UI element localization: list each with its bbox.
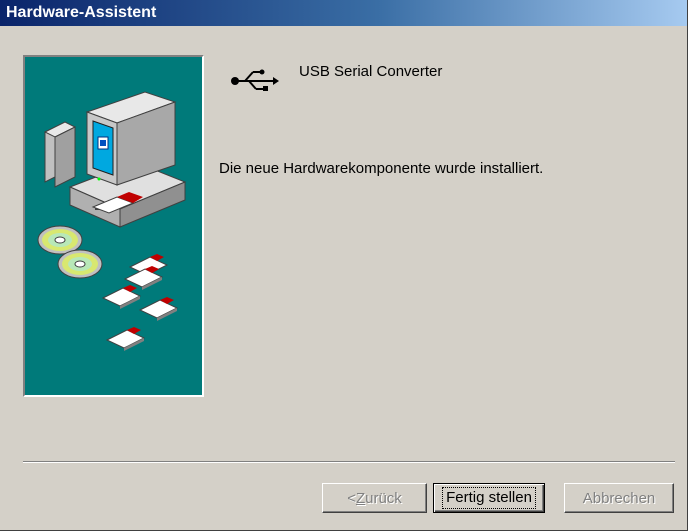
usb-icon <box>229 66 279 96</box>
hardware-wizard-dialog: Hardware-Assistent USB Serial Converter … <box>0 0 688 531</box>
back-button[interactable]: < Zurück <box>322 483 427 513</box>
finish-button[interactable]: Fertig stellen <box>433 483 545 513</box>
back-button-label: urück <box>365 489 402 507</box>
cancel-button[interactable]: Abbrechen <box>564 483 674 513</box>
title-bar[interactable]: Hardware-Assistent <box>0 0 687 26</box>
separator <box>23 461 675 463</box>
wizard-illustration <box>23 55 204 397</box>
cancel-button-label: Abbrechen <box>582 489 656 507</box>
back-button-prefix: < <box>347 489 356 507</box>
finish-button-label: Fertig stellen <box>442 487 536 509</box>
back-button-mnemonic: Z <box>355 489 366 507</box>
window-title: Hardware-Assistent <box>6 4 157 21</box>
device-name: USB Serial Converter <box>299 63 443 80</box>
installation-message: Die neue Hardwarekomponente wurde instal… <box>219 160 544 177</box>
computer-illustration-icon <box>37 91 187 351</box>
